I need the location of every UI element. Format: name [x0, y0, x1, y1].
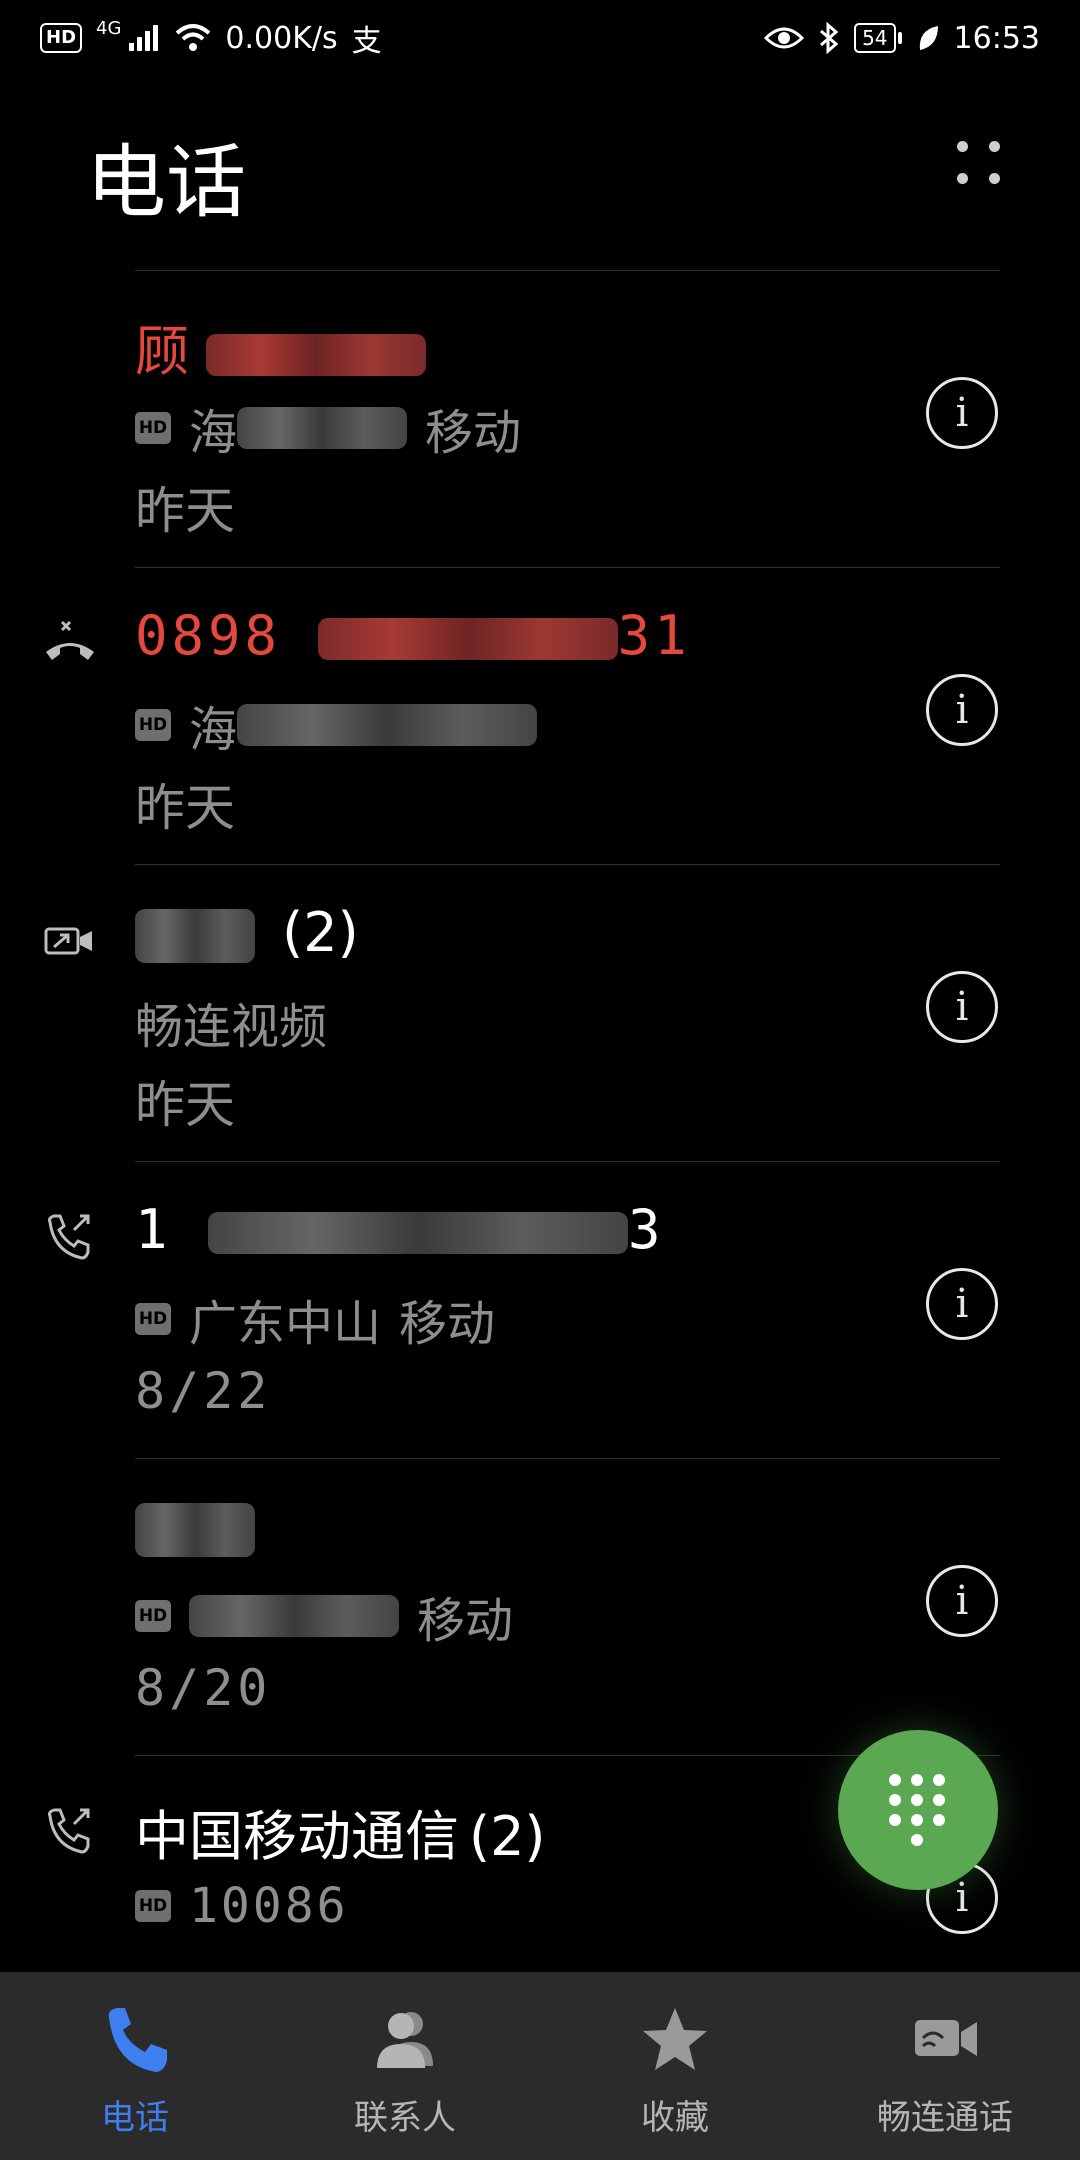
contact-number: 1 3	[135, 1198, 665, 1261]
tab-phone[interactable]: 电话	[0, 1972, 270, 2160]
bottom-nav: 电话 联系人 收藏 畅连通话	[0, 1972, 1080, 2160]
hd-call-badge: HD	[135, 709, 171, 741]
redacted-text	[189, 1595, 399, 1637]
redacted-text	[135, 1503, 255, 1558]
location: 海	[189, 702, 238, 758]
signal-icon	[129, 25, 159, 51]
tab-label: 畅连通话	[877, 2098, 1013, 2138]
info-icon: i	[955, 1281, 969, 1327]
network-speed: 0.00K/s	[225, 20, 338, 56]
tab-label: 收藏	[641, 2098, 709, 2138]
call-date: 8/22	[135, 1362, 272, 1420]
more-menu-button[interactable]	[946, 130, 1010, 194]
tab-label: 联系人	[354, 2098, 456, 2138]
call-log-row[interactable]: 1 3 HD 广东中山 移动 8/22 i	[48, 1161, 1000, 1458]
contact-name: 中国移动通信 (2)	[135, 1805, 546, 1868]
bluetooth-icon	[820, 22, 839, 54]
dialpad-fab-button[interactable]	[838, 1730, 998, 1890]
battery-level: 54	[854, 23, 896, 53]
dialpad-icon	[889, 1774, 947, 1846]
call-details: HD 10086	[135, 1878, 349, 1934]
hd-call-badge: HD	[135, 1303, 171, 1335]
outgoing-call-icon	[48, 1808, 90, 1854]
contacts-icon	[377, 2012, 433, 2068]
call-log-row[interactable]: 0898 31 HD 海 昨天 i	[46, 567, 1000, 864]
redacted-text	[206, 334, 427, 377]
outgoing-call-icon	[48, 1214, 90, 1260]
info-icon: i	[955, 687, 969, 733]
call-log-list[interactable]: 顾 HD 海 移动 昨天 i 0898 31 HD 海 昨天 i (2) 畅连视…	[0, 270, 1080, 1970]
page-title: 电话	[86, 136, 246, 229]
tab-favorites[interactable]: 收藏	[540, 1972, 810, 2160]
call-source: 畅连视频	[135, 999, 328, 1055]
redacted-text	[237, 407, 408, 449]
redacted-text	[237, 704, 538, 746]
battery-icon: 54	[854, 23, 902, 53]
carrier: 移动	[399, 1296, 496, 1352]
call-info-button[interactable]: i	[926, 971, 998, 1043]
hd-call-badge: HD	[135, 1890, 171, 1922]
notification-icon: 支	[351, 24, 382, 59]
info-icon: i	[955, 1578, 969, 1624]
video-call-icon	[44, 927, 92, 955]
contact-name: (2)	[135, 901, 359, 964]
hd-call-badge: HD	[135, 1600, 171, 1632]
location: 广东中山	[189, 1296, 382, 1352]
call-date: 昨天	[135, 1076, 235, 1134]
info-icon: i	[955, 984, 969, 1030]
call-details: 畅连视频	[135, 987, 327, 1057]
redacted-text	[317, 618, 618, 661]
call-date: 昨天	[135, 482, 235, 540]
call-details: HD 海	[135, 690, 538, 760]
call-count: (2)	[469, 1805, 546, 1868]
info-icon: i	[955, 390, 969, 436]
call-details: HD 海 移动	[135, 393, 521, 463]
call-info-button[interactable]: i	[926, 377, 998, 449]
video-call-icon	[915, 2020, 977, 2056]
status-bar: HD 4G 0.00K/s 支 54 16:53	[0, 0, 1080, 76]
redacted-text	[208, 1212, 629, 1255]
missed-call-icon	[46, 620, 94, 660]
hd-status-badge: HD	[40, 23, 83, 53]
call-count: (2)	[282, 901, 359, 964]
call-log-row[interactable]: 顾 HD 海 移动 昨天 i	[135, 270, 1000, 567]
phone-number: 10086	[189, 1878, 349, 1934]
wifi-icon	[176, 24, 211, 51]
hd-call-badge: HD	[135, 412, 171, 444]
info-icon: i	[955, 1875, 969, 1921]
call-log-row[interactable]: HD 移动 8/20 i	[135, 1458, 1000, 1755]
tab-video-call[interactable]: 畅连通话	[810, 1972, 1080, 2160]
tab-label: 电话	[101, 2098, 169, 2138]
contact-name	[135, 1495, 255, 1558]
call-info-button[interactable]: i	[926, 1268, 998, 1340]
clock: 16:53	[953, 20, 1040, 56]
leaf-icon	[919, 26, 938, 50]
phone-icon	[108, 2008, 167, 2072]
call-date: 8/20	[135, 1659, 272, 1717]
call-log-row[interactable]: (2) 畅连视频 昨天 i	[44, 864, 1000, 1161]
carrier: 移动	[425, 405, 522, 461]
call-details: HD 广东中山 移动	[135, 1284, 495, 1354]
location: 海	[189, 405, 238, 461]
call-info-button[interactable]: i	[926, 674, 998, 746]
star-icon	[643, 2008, 707, 2070]
tab-contacts[interactable]: 联系人	[270, 1972, 540, 2160]
carrier: 移动	[417, 1593, 514, 1649]
contact-number: 0898 31	[135, 604, 691, 667]
call-details: HD 移动	[135, 1581, 513, 1651]
more-dots-icon	[956, 140, 968, 152]
redacted-text	[135, 909, 255, 964]
call-info-button[interactable]: i	[926, 1565, 998, 1637]
network-type: 4G	[96, 17, 122, 39]
eye-comfort-icon	[764, 27, 805, 49]
contact-name: 顾	[135, 307, 427, 386]
call-date: 昨天	[135, 779, 235, 837]
